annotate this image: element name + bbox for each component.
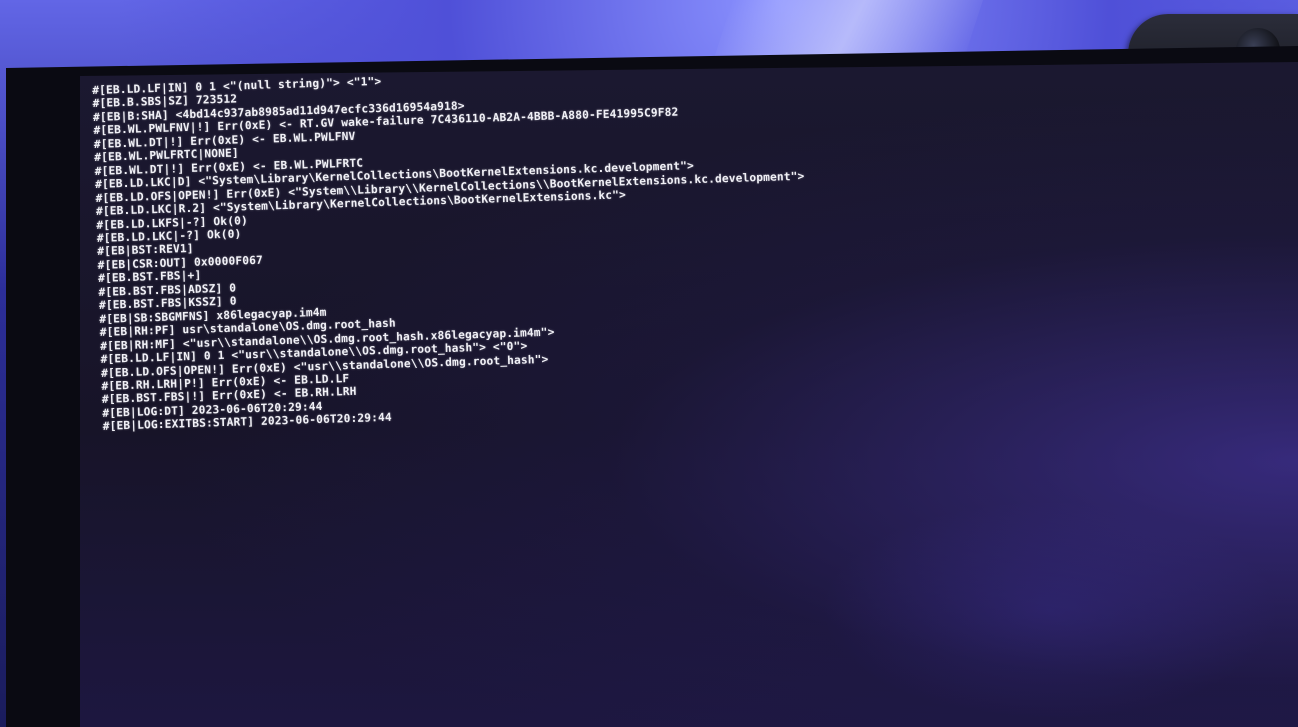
screen-glare bbox=[820, 500, 1280, 720]
boot-log-console: #[EB.LD.LF|IN] 0 1 <"(null string)"> <"1… bbox=[92, 58, 923, 433]
